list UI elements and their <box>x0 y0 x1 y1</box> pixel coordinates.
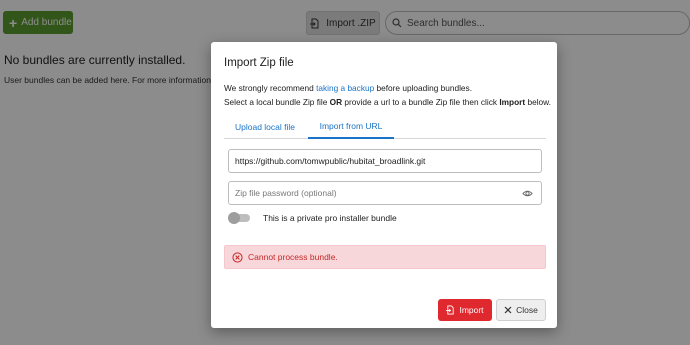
desc-text: Select a local bundle Zip file <box>224 97 330 107</box>
dialog-description: We strongly recommend taking a backup be… <box>224 81 551 109</box>
zip-password-input[interactable]: Zip file password (optional) <box>228 181 542 205</box>
tab-upload-local-file[interactable]: Upload local file <box>224 115 306 139</box>
error-message: Cannot process bundle. <box>248 252 338 262</box>
desc-text: before uploading bundles. <box>374 83 473 93</box>
desc-text: provide a url to a bundle Zip file then … <box>342 97 500 107</box>
eye-icon[interactable] <box>522 188 533 199</box>
error-circle-icon <box>232 251 243 263</box>
bundle-url-input[interactable]: https://github.com/tomwpublic/hubitat_br… <box>228 149 542 173</box>
import-button[interactable]: Import <box>438 299 492 321</box>
tab-import-from-url[interactable]: Import from URL <box>308 115 394 139</box>
toggle-knob <box>228 212 240 224</box>
backup-link[interactable]: taking a backup <box>316 83 374 93</box>
close-icon <box>504 306 512 314</box>
private-bundle-label: This is a private pro installer bundle <box>263 213 397 223</box>
desc-text: We strongly recommend <box>224 83 317 93</box>
desc-bold: OR <box>329 97 343 107</box>
dialog-title: Import Zip file <box>224 57 294 69</box>
desc-bold: Import <box>499 97 526 107</box>
desc-text: below. <box>525 97 551 107</box>
close-button[interactable]: Close <box>496 299 546 321</box>
import-zip-dialog: Import Zip file We strongly recommend ta… <box>211 42 557 328</box>
private-bundle-toggle[interactable] <box>228 212 250 224</box>
import-tabs: Upload local file Import from URL <box>224 115 546 139</box>
password-placeholder: Zip file password (optional) <box>235 188 337 198</box>
import-button-label: Import <box>459 305 484 315</box>
error-alert: Cannot process bundle. <box>224 245 546 269</box>
close-button-label: Close <box>516 305 538 315</box>
file-import-icon <box>446 305 455 315</box>
